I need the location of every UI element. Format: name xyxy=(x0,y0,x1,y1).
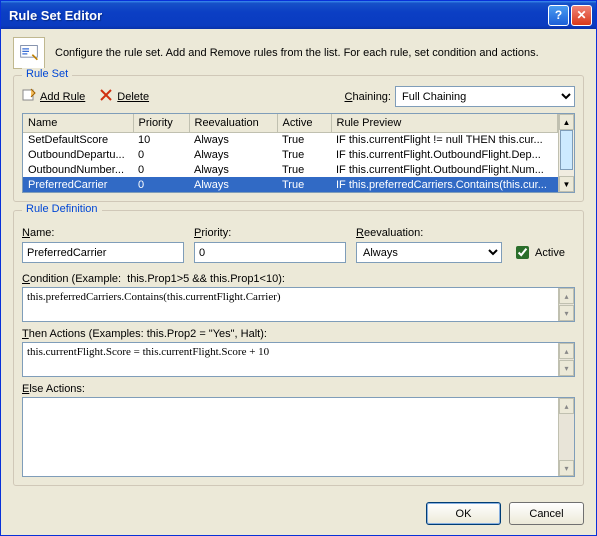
ruleset-group: Rule Set Add Rule Delete Chaining: Full … xyxy=(13,75,584,202)
table-row[interactable]: PreferredCarrier0AlwaysTrueIF this.prefe… xyxy=(23,177,574,192)
cell-preview: IF this.currentFlight.OutboundFlight.Num… xyxy=(331,162,558,177)
condition-field[interactable]: this.preferredCarriers.Contains(this.cur… xyxy=(23,288,558,318)
cell-active: True xyxy=(277,162,331,177)
col-priority[interactable]: Priority xyxy=(133,114,189,132)
scroll-up-icon[interactable]: ▴ xyxy=(559,343,574,359)
scroll-down-icon[interactable]: ▼ xyxy=(559,176,574,192)
rules-grid[interactable]: Name Priority Reevaluation Active Rule P… xyxy=(22,113,575,193)
cell-name: SetDefaultScore xyxy=(23,132,133,147)
then-scrollbar[interactable]: ▴▾ xyxy=(558,343,574,376)
cell-active: True xyxy=(277,147,331,162)
chaining-label: Chaining: xyxy=(345,91,392,103)
priority-field[interactable] xyxy=(194,242,346,263)
delete-button[interactable]: Delete xyxy=(99,88,149,105)
table-row[interactable]: SetDefaultScore10AlwaysTrueIF this.curre… xyxy=(23,132,574,147)
condition-box: this.preferredCarriers.Contains(this.cur… xyxy=(22,287,575,322)
active-checkbox[interactable] xyxy=(516,246,529,259)
cell-priority: 0 xyxy=(133,147,189,162)
add-rule-icon xyxy=(22,88,36,105)
active-label[interactable]: Active xyxy=(535,247,565,259)
scroll-thumb[interactable] xyxy=(560,130,573,170)
reeval-select[interactable]: Always xyxy=(356,242,502,263)
col-name[interactable]: Name xyxy=(23,114,133,132)
dialog-window: Rule Set Editor ? ✕ Configure the rule s… xyxy=(0,0,597,536)
dialog-body: Configure the rule set. Add and Remove r… xyxy=(1,29,596,535)
cell-name: OutboundNumber... xyxy=(23,162,133,177)
condition-label: Condition (Example: this.Prop1>5 && this… xyxy=(22,273,575,285)
col-preview[interactable]: Rule Preview xyxy=(331,114,558,132)
col-reevaluation[interactable]: Reevaluation xyxy=(189,114,277,132)
then-box: this.currentFlight.Score = this.currentF… xyxy=(22,342,575,377)
cancel-button[interactable]: Cancel xyxy=(509,502,584,525)
scroll-down-icon[interactable]: ▾ xyxy=(559,460,574,476)
condition-scrollbar[interactable]: ▴▾ xyxy=(558,288,574,321)
cell-preview: IF this.currentFlight != null THEN this.… xyxy=(331,132,558,147)
then-field[interactable]: this.currentFlight.Score = this.currentF… xyxy=(23,343,558,373)
scroll-down-icon[interactable]: ▾ xyxy=(559,360,574,376)
cell-name: OutboundDepartu... xyxy=(23,147,133,162)
definition-group: Rule Definition Name: Priority: Reevalua… xyxy=(13,210,584,486)
cell-priority: 10 xyxy=(133,132,189,147)
cell-priority: 0 xyxy=(133,177,189,192)
chaining-select[interactable]: Full Chaining xyxy=(395,86,575,107)
ruleset-legend: Rule Set xyxy=(22,68,72,80)
name-label: Name: xyxy=(22,227,184,239)
cell-active: True xyxy=(277,132,331,147)
cell-active: True xyxy=(277,177,331,192)
name-field[interactable] xyxy=(22,242,184,263)
scroll-up-icon[interactable]: ▴ xyxy=(559,398,574,414)
cell-priority: 0 xyxy=(133,162,189,177)
reeval-label: Reevaluation: xyxy=(356,227,502,239)
cell-name: PreferredCarrier xyxy=(23,177,133,192)
else-field[interactable] xyxy=(23,398,558,476)
add-rule-button[interactable]: Add Rule xyxy=(22,88,85,105)
cell-preview: IF this.currentFlight.OutboundFlight.Dep… xyxy=(331,147,558,162)
cell-reeval: Always xyxy=(189,132,277,147)
delete-label: Delete xyxy=(117,91,149,103)
ruleset-toolbar: Add Rule Delete Chaining: Full Chaining xyxy=(22,86,575,107)
else-label: Else Actions: xyxy=(22,383,575,395)
grid-scrollbar[interactable]: ▲ ▼ xyxy=(558,114,574,192)
close-button[interactable]: ✕ xyxy=(571,5,592,26)
delete-icon xyxy=(99,88,113,105)
table-row[interactable]: OutboundNumber...0AlwaysTrueIF this.curr… xyxy=(23,162,574,177)
intro-row: Configure the rule set. Add and Remove r… xyxy=(13,37,584,69)
table-row[interactable]: OutboundDepartu...0AlwaysTrueIF this.cur… xyxy=(23,147,574,162)
cell-preview: IF this.preferredCarriers.Contains(this.… xyxy=(331,177,558,192)
col-active[interactable]: Active xyxy=(277,114,331,132)
cell-reeval: Always xyxy=(189,177,277,192)
ruleset-icon xyxy=(13,37,45,69)
else-scrollbar[interactable]: ▴▾ xyxy=(558,398,574,476)
priority-label: Priority: xyxy=(194,227,346,239)
ok-button[interactable]: OK xyxy=(426,502,501,525)
cell-reeval: Always xyxy=(189,162,277,177)
definition-legend: Rule Definition xyxy=(22,203,102,215)
scroll-up-icon[interactable]: ▲ xyxy=(559,114,574,130)
scroll-down-icon[interactable]: ▾ xyxy=(559,305,574,321)
cell-reeval: Always xyxy=(189,147,277,162)
else-box: ▴▾ xyxy=(22,397,575,477)
scroll-up-icon[interactable]: ▴ xyxy=(559,288,574,304)
intro-text: Configure the rule set. Add and Remove r… xyxy=(55,47,539,59)
window-title: Rule Set Editor xyxy=(9,8,546,23)
grid-header[interactable]: Name Priority Reevaluation Active Rule P… xyxy=(23,114,574,132)
then-label: Then Actions (Examples: this.Prop2 = "Ye… xyxy=(22,328,575,340)
title-bar: Rule Set Editor ? ✕ xyxy=(1,1,596,29)
add-rule-label: Add Rule xyxy=(40,91,85,103)
dialog-footer: OK Cancel xyxy=(13,494,584,525)
help-button[interactable]: ? xyxy=(548,5,569,26)
